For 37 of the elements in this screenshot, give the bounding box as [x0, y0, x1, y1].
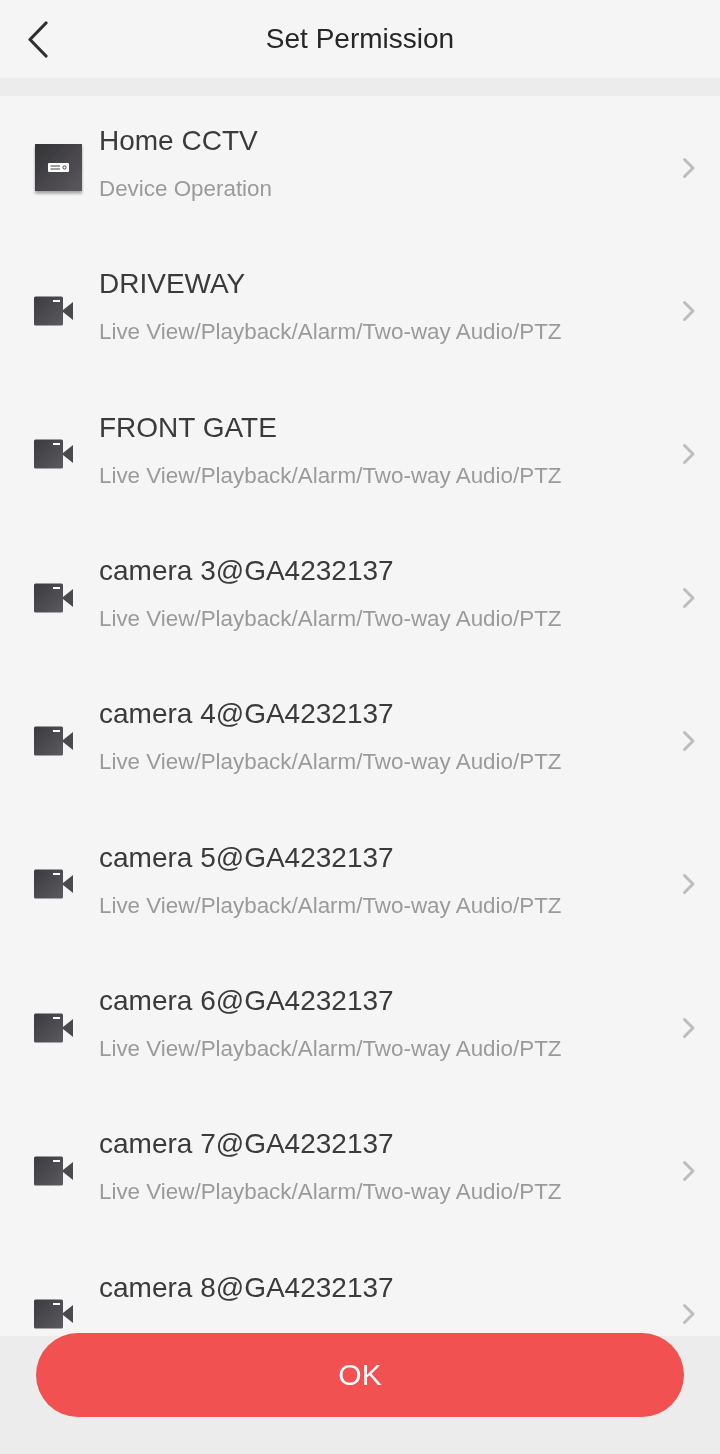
device-name: camera 8@GA4232137 [99, 1270, 394, 1305]
page-title: Set Permission [265, 22, 455, 56]
device-name: DRIVEWAY [99, 267, 246, 302]
chevron-right-icon[interactable] [682, 300, 696, 322]
video-camera-icon [34, 1299, 74, 1330]
permission-list: Live View/Playback/Alarm/Two-way Audio/PTZ [99, 748, 562, 777]
video-camera-icon [34, 582, 74, 613]
chevron-right-icon[interactable] [682, 1016, 696, 1039]
chevron-right-icon[interactable] [682, 156, 696, 179]
chevron-right-icon[interactable] [682, 873, 696, 896]
device-name: camera 3@GA4232137 [99, 554, 394, 588]
video-camera-icon [34, 439, 74, 470]
device-name: camera 6@GA4232137 [99, 983, 394, 1018]
device-name: Home CCTV [99, 124, 258, 158]
permission-list: Live View/Playback/Alarm/Two-way Audio/PTZ [99, 318, 562, 347]
device-name: camera 4@GA4232137 [99, 697, 394, 732]
video-camera-icon [34, 296, 74, 326]
permission-list: Device Operation [99, 175, 272, 203]
chevron-right-icon[interactable] [682, 443, 696, 466]
chevron-right-icon[interactable] [682, 586, 696, 609]
chevron-right-icon[interactable] [682, 729, 696, 752]
chevron-right-icon[interactable] [682, 1303, 696, 1326]
permission-list: Live View/Playback/Alarm/Two-way Audio/PTZ [99, 1034, 562, 1063]
video-camera-icon [34, 725, 74, 756]
permission-list: Live View/Playback/Alarm/Two-way Audio/PTZ [99, 605, 562, 633]
chevron-right-icon[interactable] [682, 1159, 696, 1182]
permission-list: Live View/Playback/Alarm/Two-way Audio/PTZ [99, 1178, 562, 1207]
device-name: FRONT GATE [99, 410, 277, 445]
video-camera-icon [34, 1012, 74, 1043]
video-camera-icon [34, 869, 74, 900]
permission-list: Live View/Playback/Alarm/Two-way Audio/PTZ [99, 891, 562, 920]
back-icon[interactable] [27, 21, 49, 58]
video-camera-icon [34, 1155, 74, 1186]
permission-list: Live View/Playback/Alarm/Two-way Audio/PTZ [99, 461, 562, 490]
ok-button[interactable]: OK [36, 1333, 684, 1417]
device-name: camera 7@GA4232137 [99, 1127, 394, 1162]
device-name: camera 5@GA4232137 [99, 840, 394, 875]
